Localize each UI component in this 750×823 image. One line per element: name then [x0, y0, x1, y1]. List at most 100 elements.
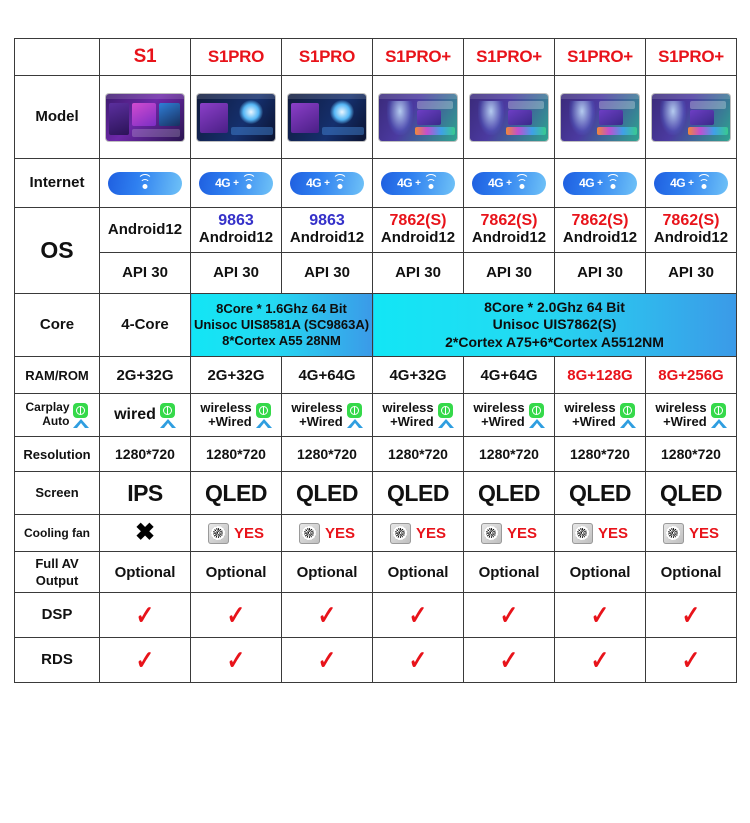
resolution-cell-6: 1280*720 [554, 436, 646, 472]
os-cell-1: Android12 [99, 207, 191, 253]
full-av-label-line2: Output [35, 573, 79, 588]
dsp-cell-2: ✓ [190, 592, 282, 638]
rds-cell-3: ✓ [281, 637, 373, 683]
core-group-cell-b: 8Core * 2.0Ghz 64 Bit Unisoc UIS7862(S) … [372, 293, 737, 357]
4g-wifi-badge: 4G + [563, 171, 637, 195]
model-cell-7 [645, 75, 737, 159]
dsp-cell-3: ✓ [281, 592, 373, 638]
android-version: Android12 [289, 229, 365, 247]
screen-cell-4: QLED [372, 471, 464, 515]
device-image-s1proplus [561, 93, 639, 141]
fan-value: YES [324, 524, 355, 542]
4g-label: 4G [397, 176, 413, 190]
screen-cell-1: IPS [99, 471, 191, 515]
row-label-resolution: Resolution [14, 436, 100, 472]
column-header-5: S1PRO+ [463, 38, 555, 76]
cross-icon: ✖ [134, 519, 156, 546]
4g-wifi-badge: 4G + [472, 171, 546, 195]
column-header-label: S1PRO+ [476, 47, 542, 66]
column-header-label: S1 [133, 46, 157, 67]
resolution-cell-5: 1280*720 [463, 436, 555, 472]
carplay-cell-5: wireless +Wired [463, 393, 555, 437]
wifi-icon [137, 173, 153, 189]
carplay-value-line1: wireless [382, 400, 434, 416]
cooling-fan-cell-5: YES [463, 514, 555, 552]
row-label-internet: Internet [14, 158, 100, 208]
full-av-cell-4: Optional [372, 551, 464, 593]
wifi-icon [241, 173, 257, 189]
internet-cell-2: 4G + [190, 158, 282, 208]
carplay-value-line2: +Wired [572, 414, 616, 429]
carplay-value-line2: +Wired [299, 414, 343, 429]
check-icon: ✓ [226, 644, 246, 675]
row-os-api: API 30 API 30 API 30 API 30 API 30 API 3… [15, 252, 737, 294]
dsp-cell-1: ✓ [99, 592, 191, 638]
fan-icon [389, 522, 411, 544]
ram-cell-1: 2G+32G [99, 356, 191, 394]
android-auto-icon [528, 418, 545, 428]
resolution-cell-3: 1280*720 [281, 436, 373, 472]
carplay-value-line2: +Wired [481, 414, 525, 429]
row-full-av-output: Full AV Output Optional Optional Optiona… [14, 551, 737, 593]
column-header-label: S1PRO [298, 47, 356, 66]
cooling-fan-cell-3: YES [281, 514, 373, 552]
carplay-cell-2: wireless +Wired [190, 393, 282, 437]
internet-cell-6: 4G + [554, 158, 646, 208]
resolution-cell-7: 1280*720 [645, 436, 737, 472]
wifi-icon [514, 173, 530, 189]
device-image-s1pro [288, 93, 366, 141]
android-version: Android12 [107, 220, 183, 238]
carplay-label: Carplay [25, 400, 70, 415]
table-header-row: S1 S1PRO S1PRO S1PRO+ S1PRO+ S1PRO+ S1PR… [14, 38, 737, 76]
row-internet: Internet 4G + 4G + 4G + 4G + 4G + 4G + [14, 158, 737, 208]
os-cell-3: 9863 Android12 [281, 207, 373, 253]
resolution-cell-2: 1280*720 [190, 436, 282, 472]
4g-wifi-badge: 4G + [654, 171, 728, 195]
check-icon: ✓ [499, 599, 519, 630]
os-cell-6: 7862(S) Android12 [554, 207, 646, 253]
column-header-label: S1PRO+ [385, 47, 451, 66]
fan-value: YES [233, 524, 264, 542]
core-spec-line: Unisoc UIS7862(S) [492, 316, 617, 333]
carplay-value-line1: wireless [291, 400, 343, 416]
carplay-cell-6: wireless +Wired [554, 393, 646, 437]
android-version: Android12 [380, 229, 456, 247]
device-image-s1proplus [652, 93, 730, 141]
model-cell-1 [99, 75, 191, 159]
carplay-value-line1: wireless [200, 400, 252, 416]
carplay-value-line2: +Wired [663, 414, 707, 429]
4g-label: 4G [670, 176, 686, 190]
check-icon: ✓ [590, 644, 610, 675]
full-av-cell-5: Optional [463, 551, 555, 593]
dsp-cell-6: ✓ [554, 592, 646, 638]
column-header-7: S1PRO+ [645, 38, 737, 76]
screen-cell-3: QLED [281, 471, 373, 515]
row-label-core: Core [14, 293, 100, 357]
os-cell-5: 7862(S) Android12 [463, 207, 555, 253]
plus-label: + [506, 177, 512, 189]
cooling-fan-cell-4: YES [372, 514, 464, 552]
api-cell-5: API 30 [463, 252, 555, 294]
column-header-3: S1PRO [281, 38, 373, 76]
internet-cell-4: 4G + [372, 158, 464, 208]
plus-label: + [233, 177, 239, 189]
carplay-cell-3: wireless +Wired [281, 393, 373, 437]
ram-cell-5: 4G+64G [463, 356, 555, 394]
core-group-cell-a: 8Core * 1.6Ghz 64 Bit Unisoc UIS8581A (S… [190, 293, 373, 357]
device-image-s1 [106, 93, 184, 141]
row-label-dsp: DSP [14, 592, 100, 638]
model-cell-5 [463, 75, 555, 159]
row-ram-rom: RAM/ROM 2G+32G 2G+32G 4G+64G 4G+32G 4G+6… [14, 356, 737, 394]
fan-value: YES [415, 524, 446, 542]
wifi-icon [605, 173, 621, 189]
rds-cell-1: ✓ [99, 637, 191, 683]
4g-wifi-badge: 4G + [381, 171, 455, 195]
check-icon: ✓ [317, 599, 337, 630]
api-cell-7: API 30 [645, 252, 737, 294]
os-cell-7: 7862(S) Android12 [645, 207, 737, 253]
wifi-icon [423, 173, 439, 189]
device-image-s1pro [197, 93, 275, 141]
row-label-carplay-auto: Carplay Auto [14, 393, 100, 437]
row-dsp: DSP ✓ ✓ ✓ ✓ ✓ ✓ ✓ [14, 592, 737, 638]
column-header-label: S1PRO+ [567, 47, 633, 66]
